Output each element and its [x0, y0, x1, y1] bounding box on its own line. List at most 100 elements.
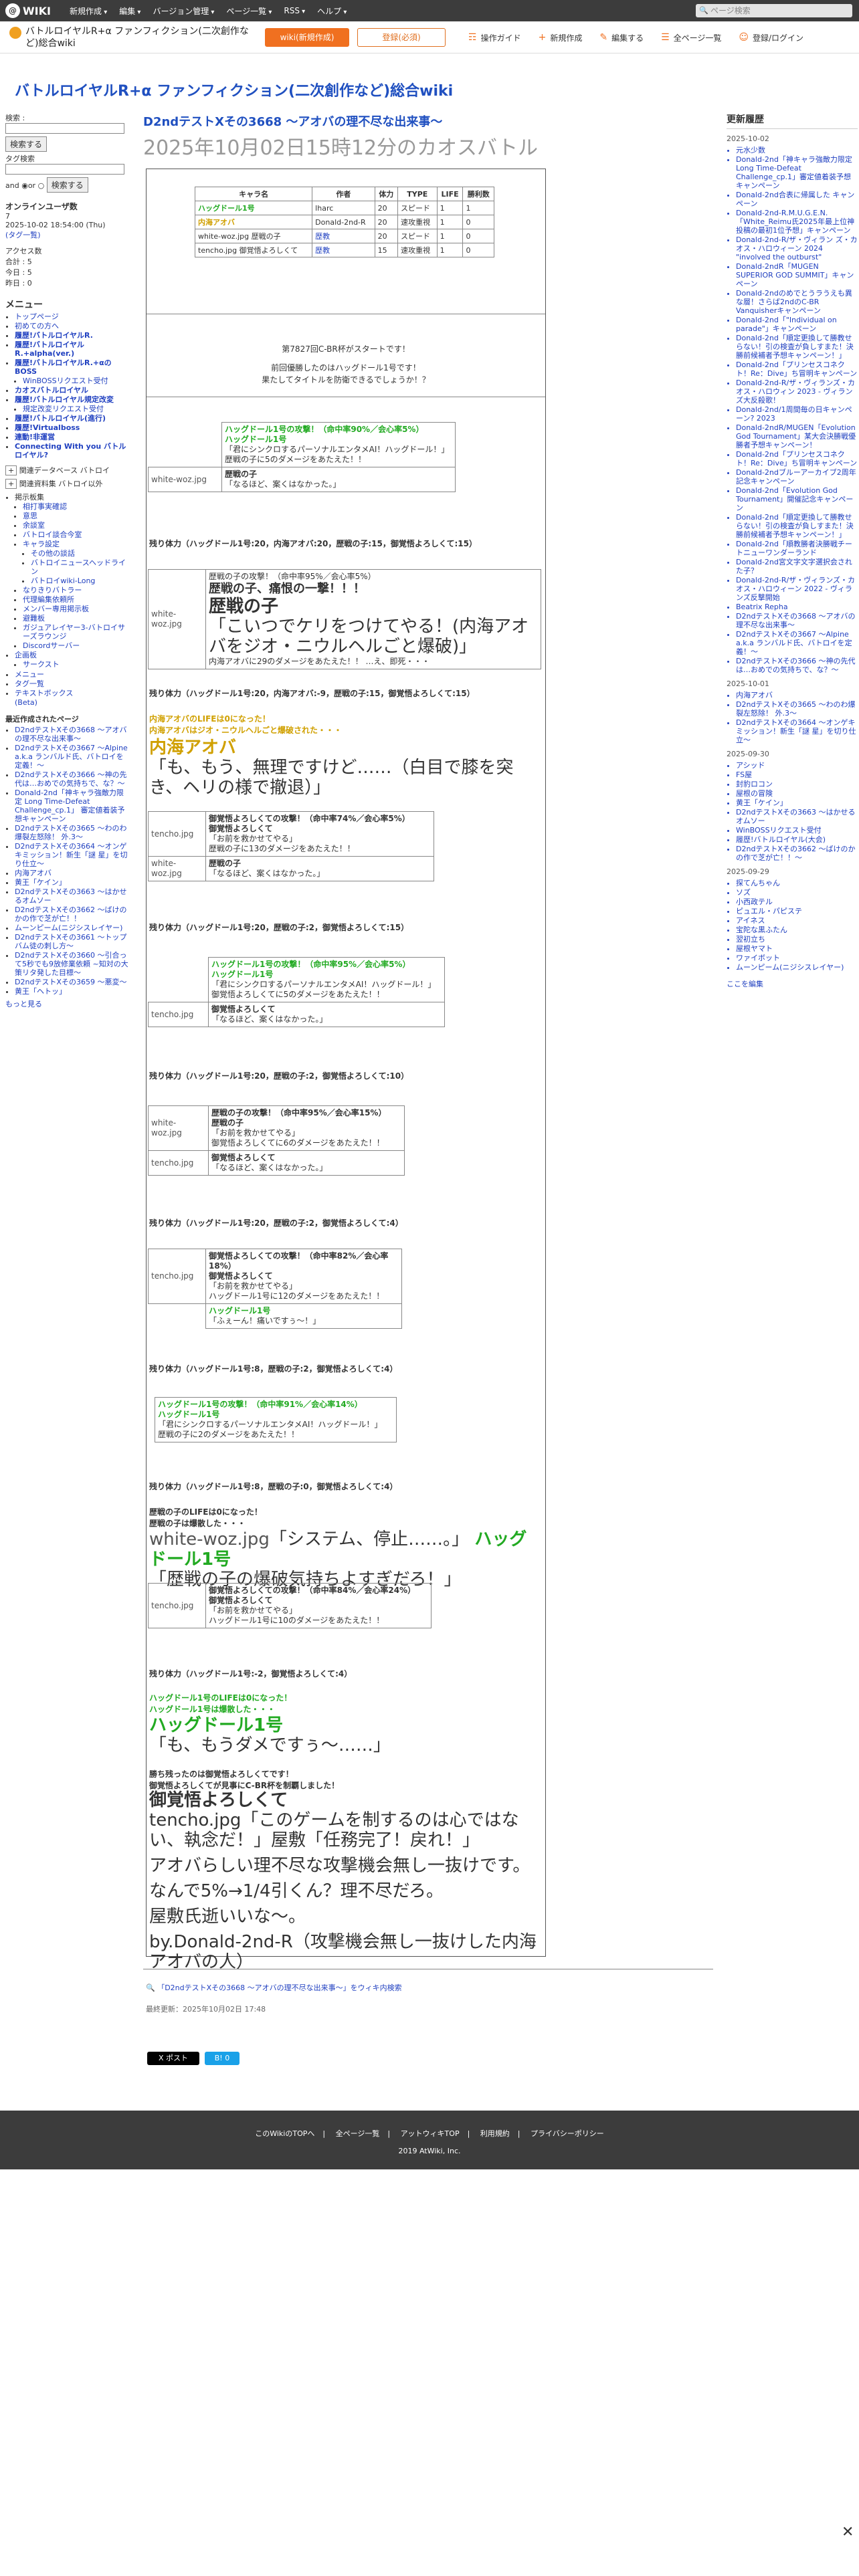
radio-or[interactable]: ◉	[21, 181, 28, 190]
menu-item[interactable]: 初めての方へ	[15, 322, 59, 330]
update-item[interactable]: Beatrix Repha	[736, 603, 858, 611]
update-item[interactable]: Donald-2nd-R.M.U.G.E.N.「White_Reimu氏2025…	[736, 209, 858, 235]
page-search-input[interactable]: ページ検索	[696, 4, 852, 17]
update-item[interactable]: Donald-2nd「プリンセスコネクト！Re：Dive」ち冒明キャンペーン	[736, 450, 858, 467]
menu-version[interactable]: バージョン管理	[153, 5, 214, 17]
wiki-search-link[interactable]: 🔍 「D2ndテストXその3668 〜アオバの理不尽な出来事〜」をウィキ内検索	[146, 1982, 402, 1993]
wiki-create-button[interactable]: wiki(新規作成)	[265, 28, 349, 47]
update-item[interactable]: 小西政テル	[736, 897, 858, 906]
update-item[interactable]: Donald-2nd-R/ザ・ヴィラン ズ・カオス・ハロウィーン 2024 "i…	[736, 235, 858, 261]
x-post-button[interactable]: X ポスト	[147, 2052, 199, 2065]
footer-link[interactable]: このWikiのTOPへ	[255, 2129, 314, 2138]
menu-item[interactable]: 連動!非運営	[15, 433, 55, 441]
update-item[interactable]: D2ndテストXその3665 〜わのわ爆裂左怒除！ 外.3〜	[736, 700, 858, 718]
update-item[interactable]: 翌初立ち	[736, 935, 858, 944]
menu-new[interactable]: 新規作成	[70, 5, 107, 17]
tag-search-input[interactable]	[5, 164, 124, 175]
update-item[interactable]: FS屋	[736, 770, 858, 779]
guide-link[interactable]: ☶ 操作ガイド	[468, 32, 521, 43]
footer-link[interactable]: プライバシーポリシー	[531, 2129, 604, 2138]
new-page-link[interactable]: + 新規作成	[539, 32, 583, 43]
update-item[interactable]: 宝陀な黒ふたん	[736, 926, 858, 934]
update-item[interactable]: Donald-2nd「順定更換して勝教せらない！引の検査が負しすまた！決勝前候補…	[736, 334, 858, 360]
login-link[interactable]: ☺ 登録/ログイン	[739, 32, 803, 43]
hatena-bookmark-button[interactable]: B! 0	[205, 2052, 240, 2065]
menu-item[interactable]: 履歴!Virtualboss	[15, 423, 80, 432]
update-item[interactable]: 探てんちゃん	[736, 879, 858, 887]
update-item[interactable]: Donald-2nd「神キャラ強敵力限定 Long Time-Defeat Ch…	[736, 155, 858, 190]
menu-help[interactable]: ヘルプ	[317, 5, 347, 17]
update-item[interactable]: ソズ	[736, 888, 858, 897]
menu-item[interactable]: 履歴!バトルロイヤル規定改変	[15, 395, 114, 404]
expand-toggle-icon[interactable]: +	[5, 479, 17, 489]
update-item[interactable]: 履歴!バトルロイヤル(大会)	[736, 835, 858, 844]
search-icon: 🔍	[146, 1983, 158, 1992]
update-item[interactable]: アシッド	[736, 761, 858, 770]
update-item[interactable]: WinBOSSリクエスト受付	[736, 826, 858, 835]
update-item[interactable]: Donald-2ndR「MUGEN SUPERIOR GOD SUMMIT」キャ…	[736, 262, 858, 288]
menu-item[interactable]: カオスバトルロイヤル	[15, 386, 88, 395]
all-pages-link[interactable]: ☰ 全ページ一覧	[661, 32, 721, 43]
menu-item[interactable]: トップページ	[15, 312, 59, 321]
update-item[interactable]: ムーンピーム(ニジシスレイヤー)	[736, 963, 858, 972]
register-button[interactable]: 登録(必須)	[357, 28, 446, 47]
update-item[interactable]: ワァイボット	[736, 954, 858, 962]
menu-rss[interactable]: RSS	[284, 6, 305, 15]
update-item[interactable]: 元水少数	[736, 146, 858, 154]
update-item[interactable]: D2ndテストXその3668 〜アオバの理不尽な出来事〜	[736, 612, 858, 629]
update-item[interactable]: Donald-2nd「順教勝者決勝戦チートニューワンダーランド	[736, 540, 858, 557]
update-item[interactable]: Donald-2ndR/MUGEN「Evolution God Tourname…	[736, 423, 858, 449]
update-item[interactable]: Donald-2nd/1周間毎の日キャンペーン? 2023	[736, 405, 858, 423]
menu-item[interactable]: WinBOSSリクエスト受付	[23, 377, 108, 385]
update-item[interactable]: Donald-2nd宮文字文字選択会された子？	[736, 558, 858, 575]
update-item[interactable]: D2ndテストXその3667 〜Alpine a.k.a ランバルド氏、バトロイ…	[736, 630, 858, 656]
update-item[interactable]: Donald-2nd「プリンセスコネクト！Re：Dive」ち冒明キャンペーン	[736, 360, 858, 378]
update-item[interactable]: 黄王「ケイン」	[736, 798, 858, 807]
close-icon[interactable]: ✕	[842, 2524, 854, 2541]
expand-toggle-icon[interactable]: +	[5, 465, 17, 475]
update-item[interactable]: Donald-2nd「Evolution God Tournament」開催記念…	[736, 486, 858, 512]
menu-edit[interactable]: 編集	[119, 5, 140, 17]
edit-link[interactable]: ✎ 編集する	[599, 32, 644, 43]
update-item[interactable]: Donald-2nd-R/ザ・ヴィランズ・カオス・ハロウィーン 2022 - ヴ…	[736, 576, 858, 602]
tag-search-button[interactable]: 検索する	[46, 177, 88, 193]
menu-item[interactable]: 履歴!バトルロイヤルR.+alpha(ver.)	[15, 340, 84, 358]
update-item[interactable]: Donald-2ndのめでとうラうえも異な層！さらば2ndのC-BR Vanqu…	[736, 289, 858, 315]
update-item[interactable]: D2ndテストXその3666 〜神の先代は…おめでの気持ちで、な？〜	[736, 657, 858, 674]
site-name[interactable]: バトルロイヤルR+α ファンフィクション(二次創作など)総合wiki	[9, 25, 252, 49]
sidebar-search-input[interactable]	[5, 123, 124, 134]
edit-here-link[interactable]: ここを編集	[727, 978, 858, 989]
menu-item[interactable]: 履歴!バトルロイヤルR.+αのBOSS	[15, 358, 112, 376]
update-item[interactable]: 屋根ヤマト	[736, 944, 858, 953]
footer-link[interactable]: アットウィキTOP	[401, 2129, 460, 2138]
footer-link[interactable]: 利用規約	[480, 2129, 510, 2138]
more-link[interactable]: もっと見る	[5, 998, 130, 1009]
update-item[interactable]: Donald-2nd「順定更換して勝教せらない！引の検査が負しすまた！決勝前候補…	[736, 513, 858, 539]
wiki-heading[interactable]: バトルロイヤルR+α ファンフィクション(二次創作など)総合wiki	[15, 79, 453, 100]
menu-item[interactable]: 履歴!バトルロイヤルR.	[15, 331, 93, 340]
footer-link[interactable]: 全ページ一覧	[336, 2129, 380, 2138]
update-item[interactable]: 封豹ロコン	[736, 780, 858, 788]
radio-and[interactable]: ○	[38, 181, 45, 190]
update-item[interactable]: ピュエル・パピステ	[736, 907, 858, 916]
update-item[interactable]: Donald-2nd合表に帰属した キャンペーン	[736, 191, 858, 208]
attack-block: tencho.jpg 御覚悟よろしくての攻撃！（命中率84%／会心率24%） 御…	[148, 1583, 432, 1628]
update-item[interactable]: D2ndテストXその3664 〜オンゲキミッション！新生「謎 星」を切り仕立〜	[736, 718, 858, 744]
update-item[interactable]: Donald-2nd「"Individual on parade"」キャンペーン	[736, 316, 858, 333]
update-item[interactable]: D2ndテストXその3662 〜ばけのかの作で芝が亡！！〜	[736, 845, 858, 862]
remaining-hp: 残り体力（ハッグドール1号:8，歴戦の子:0，御覚悟よろしくて:4）	[149, 1482, 398, 1491]
update-item[interactable]: 内海アオバ	[736, 691, 858, 700]
tag-list-link[interactable]: (タグ一覧)	[5, 229, 130, 240]
update-item[interactable]: 屋根の冒険	[736, 789, 858, 798]
menu-item[interactable]: 履歴!バトルロイヤル(進行)	[15, 414, 106, 423]
menu-item[interactable]: Connecting With you バトルロイヤル?	[15, 442, 126, 459]
menu-pages[interactable]: ページ一覧	[226, 5, 272, 17]
atwiki-logo[interactable]: @ WIKI	[5, 3, 51, 19]
sidebar-search-button[interactable]: 検索する	[5, 136, 47, 152]
update-item[interactable]: D2ndテストXその3663 〜はかせるオムソー	[736, 808, 858, 825]
update-item[interactable]: アイネス	[736, 916, 858, 925]
online-title: オンラインユーザ数	[5, 202, 78, 211]
menu-item[interactable]: 規定改変リクエスト受付	[23, 405, 104, 413]
update-item[interactable]: Donald-2ndブルーアーカイブ2周年記念キャンペーン	[736, 468, 858, 486]
update-item[interactable]: Donald-2nd-R/ザ・ヴィランズ・カオス・ハロウィン 2023 - ヴィ…	[736, 379, 858, 405]
